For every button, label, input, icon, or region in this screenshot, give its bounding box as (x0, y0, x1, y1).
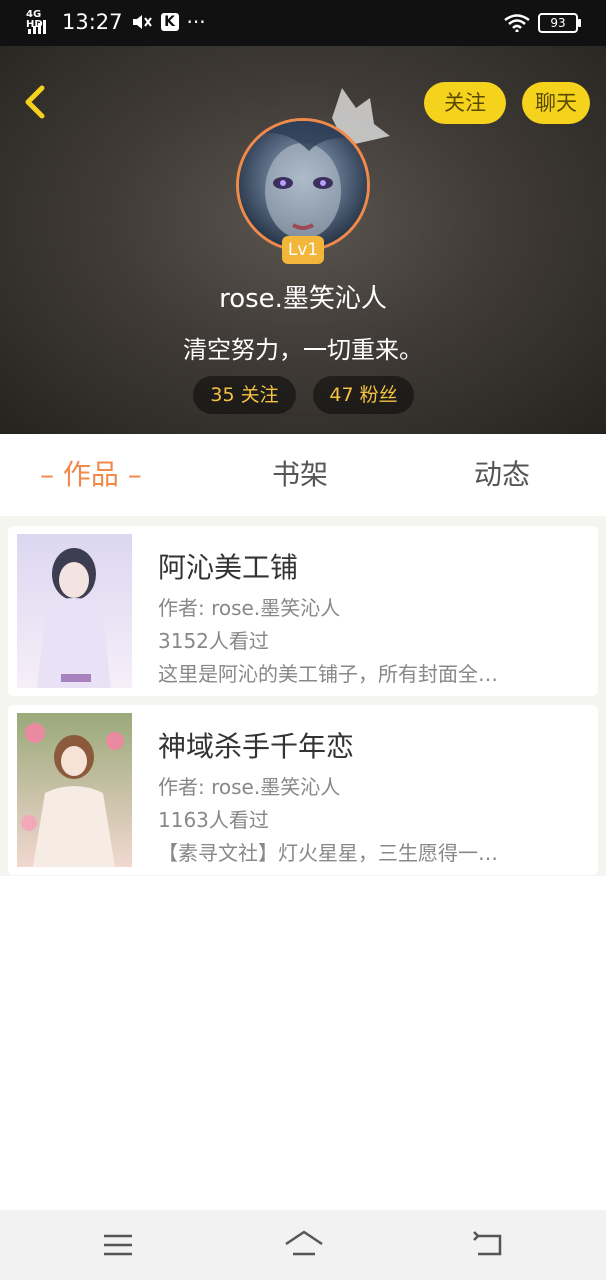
level-badge: Lv1 (282, 236, 324, 264)
chat-button[interactable]: 聊天 (522, 82, 590, 124)
profile-header: 关注 聊天 Lv1 rose.墨笑沁人 清空努力，一切重来。 35 关注 47 … (0, 46, 606, 434)
status-right: 93 (504, 13, 581, 33)
book-title: 神域杀手千年恋 (158, 730, 355, 763)
following-count[interactable]: 35 关注 (193, 376, 296, 414)
k-app-icon: K (160, 13, 179, 31)
book-cover (17, 713, 132, 867)
wifi-icon (504, 14, 530, 32)
avatar[interactable] (236, 118, 370, 252)
status-bar: 4G HD 13:27 K ··· 93 (0, 0, 606, 46)
followers-count[interactable]: 47 粉丝 (313, 376, 414, 414)
book-author: 作者: rose.墨笑沁人 (158, 596, 341, 620)
more-notifications: ··· (186, 10, 206, 34)
tab-activity[interactable]: 动态 (474, 434, 530, 516)
book-views: 3152人看过 (158, 629, 269, 653)
list-item[interactable]: 神域杀手千年恋 作者: rose.墨笑沁人 1163人看过 【素寻文社】灯火星星… (8, 705, 598, 875)
book-description: 这里是阿沁的美工铺子，所有封面全… (158, 662, 498, 686)
tab-works[interactable]: – 作品 – (40, 434, 142, 516)
tab-bookshelf[interactable]: 书架 (272, 434, 328, 516)
follow-button[interactable]: 关注 (424, 82, 506, 124)
battery-indicator: 93 (538, 13, 581, 33)
back-arrow-icon[interactable] (18, 82, 58, 122)
list-item[interactable]: 阿沁美工铺 作者: rose.墨笑沁人 3152人看过 这里是阿沁的美工铺子，所… (8, 526, 598, 696)
book-author: 作者: rose.墨笑沁人 (158, 775, 341, 799)
status-left: 4G HD 13:27 K ··· (26, 10, 206, 34)
username: rose.墨笑沁人 (219, 284, 387, 314)
book-description: 【素寻文社】灯火星星，三生愿得一… (158, 841, 498, 865)
signature: 清空努力，一切重来。 (183, 336, 423, 364)
book-cover (17, 534, 132, 688)
signal-icon: 4G HD (26, 10, 54, 34)
book-title: 阿沁美工铺 (158, 551, 299, 584)
works-list: 阿沁美工铺 作者: rose.墨笑沁人 3152人看过 这里是阿沁的美工铺子，所… (0, 516, 606, 876)
home-icon[interactable] (283, 1228, 325, 1262)
menu-icon[interactable] (100, 1228, 136, 1262)
clock: 13:27 (62, 10, 123, 34)
avatar-image (236, 118, 370, 252)
book-views: 1163人看过 (158, 808, 269, 832)
system-nav-bar (0, 1210, 606, 1280)
back-icon[interactable] (470, 1228, 506, 1262)
profile-tabs: – 作品 – 书架 动态 (0, 434, 606, 516)
mute-icon (132, 15, 152, 29)
